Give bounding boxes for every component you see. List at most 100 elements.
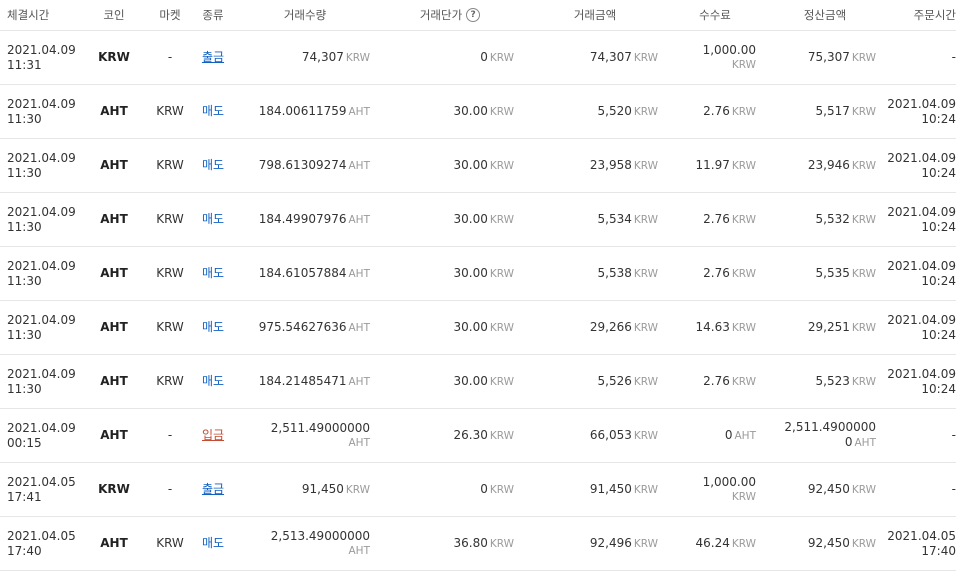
settle-line: 0 AHT	[845, 435, 876, 451]
fee-unit: KRW	[731, 537, 756, 550]
market-value: KRW	[156, 158, 184, 172]
order-date: 2021.04.05	[887, 528, 956, 543]
coin-cell: AHT	[84, 193, 144, 246]
amount-line: 29,266 KRW	[590, 320, 658, 336]
type-sell-link: 매도	[201, 266, 225, 280]
volume-line: 975.54627636 AHT	[259, 320, 370, 336]
type-withdraw-link[interactable]: 출금	[202, 482, 224, 497]
settle-cell: 5,523 KRW	[760, 355, 877, 408]
fee-value: 2.76	[703, 265, 730, 280]
amount-cell: 5,534 KRW	[520, 193, 659, 246]
amount-unit: KRW	[633, 213, 658, 226]
fee-unit: KRW	[731, 321, 756, 334]
order-time: 10:24	[921, 111, 956, 126]
type-deposit-link[interactable]: 입금	[202, 428, 224, 443]
trade-time: 11:30	[7, 165, 42, 180]
settle-unit: KRW	[851, 267, 876, 280]
price-unit: KRW	[489, 213, 514, 226]
volume-value: 798.61309274	[258, 157, 347, 172]
volume-value: 91,450	[301, 481, 344, 496]
settle-value: 92,450	[807, 481, 850, 496]
trade-time: 11:30	[7, 111, 42, 126]
type-sell-link: 매도	[201, 158, 225, 172]
order-time-cell: 2021.04.09 10:24	[880, 301, 956, 354]
settle-line: 92,450 KRW	[808, 482, 876, 498]
settle-line: 29,251 KRW	[808, 320, 876, 336]
volume-cell: 91,450 KRW	[230, 463, 370, 516]
price-value: 30.00	[453, 319, 488, 334]
price-unit: KRW	[489, 321, 514, 334]
order-time-cell: 2021.04.05 17:40	[880, 517, 956, 570]
amount-line: 5,526 KRW	[598, 374, 659, 390]
amount-value: 91,450	[589, 481, 632, 496]
settle-unit: KRW	[851, 375, 876, 388]
coin-cell: AHT	[84, 409, 144, 462]
price-cell: 30.00 KRW	[380, 85, 515, 138]
type-sell-link: 매도	[201, 536, 225, 550]
order-date: 2021.04.09	[887, 150, 956, 165]
settle-value: 2,511.4900000	[784, 420, 876, 434]
settle-value: 29,251	[807, 319, 850, 334]
coin-cell: AHT	[84, 85, 144, 138]
fee-unit: KRW	[731, 213, 756, 226]
amount-unit: KRW	[633, 483, 658, 496]
settle-value: 23,946	[807, 157, 850, 172]
trade-date: 2021.04.09	[7, 258, 76, 273]
trade-time: 11:30	[7, 381, 42, 396]
volume-value: 975.54627636	[258, 319, 347, 334]
volume-line: 184.00611759 AHT	[259, 104, 370, 120]
coin-cell: KRW	[84, 463, 144, 516]
fee-cell: 0 AHT	[660, 409, 756, 462]
order-time-cell: -	[880, 409, 956, 462]
header-coin: 코인	[103, 7, 125, 22]
fee-line: 2.76 KRW	[703, 212, 756, 228]
price-cell: 36.80 KRW	[380, 517, 515, 570]
settle-value: 5,523	[815, 373, 850, 388]
fee-cell: 2.76 KRW	[660, 247, 756, 300]
price-unit: KRW	[489, 159, 514, 172]
amount-unit: KRW	[633, 159, 658, 172]
volume-value: 2,511.49000000	[270, 420, 370, 435]
header-settle: 정산금액	[803, 7, 847, 22]
type-withdraw-link[interactable]: 출금	[202, 50, 224, 65]
settle-value: 5,532	[815, 211, 850, 226]
amount-line: 5,520 KRW	[598, 104, 659, 120]
settle-line: 5,535 KRW	[816, 266, 877, 282]
amount-line: 5,534 KRW	[598, 212, 659, 228]
amount-value: 74,307	[589, 49, 632, 64]
fee-value: 2.76	[703, 211, 730, 226]
amount-line: 23,958 KRW	[590, 158, 658, 174]
amount-cell: 91,450 KRW	[520, 463, 658, 516]
price-cell: 26.30 KRW	[380, 409, 515, 462]
header-volume: 거래수량	[283, 7, 327, 22]
table-row: 2021.04.05 17:41 KRW - 출금 91,450 KRW 0 KRW 91,450…	[0, 463, 956, 517]
price-unit: KRW	[489, 537, 514, 550]
coin-symbol: AHT	[100, 266, 128, 280]
market-value: KRW	[156, 212, 184, 226]
volume-value: 184.00611759	[258, 103, 347, 118]
volume-line: 184.49907976 AHT	[259, 212, 370, 228]
fee-line: 2.76 KRW	[703, 266, 756, 282]
order-date: -	[951, 50, 956, 64]
volume-value: 184.61057884	[258, 265, 347, 280]
help-icon[interactable]: ?	[466, 8, 481, 22]
price-value: 30.00	[453, 103, 488, 118]
settle-unit: AHT	[854, 437, 877, 449]
type-sell-link: 매도	[201, 374, 225, 388]
settle-cell: 5,535 KRW	[760, 247, 877, 300]
price-value: 30.00	[453, 157, 488, 172]
fee-unit: KRW	[731, 159, 756, 172]
trade-date: 2021.04.09	[7, 204, 76, 219]
amount-cell: 66,053 KRW	[520, 409, 658, 462]
settle-line: 5,532 KRW	[816, 212, 877, 228]
fee-value: 11.97	[695, 157, 730, 172]
settle-value: 5,535	[815, 265, 850, 280]
price-line: 30.00 KRW	[454, 374, 515, 390]
order-date: 2021.04.09	[887, 366, 956, 381]
volume-unit: AHT	[348, 436, 371, 449]
amount-value: 5,538	[597, 265, 632, 280]
settle-unit: KRW	[851, 537, 876, 550]
fee-unit: KRW	[731, 490, 756, 503]
volume-cell: 184.00611759 AHT	[230, 85, 370, 138]
settle-cell: 75,307 KRW	[760, 31, 876, 84]
